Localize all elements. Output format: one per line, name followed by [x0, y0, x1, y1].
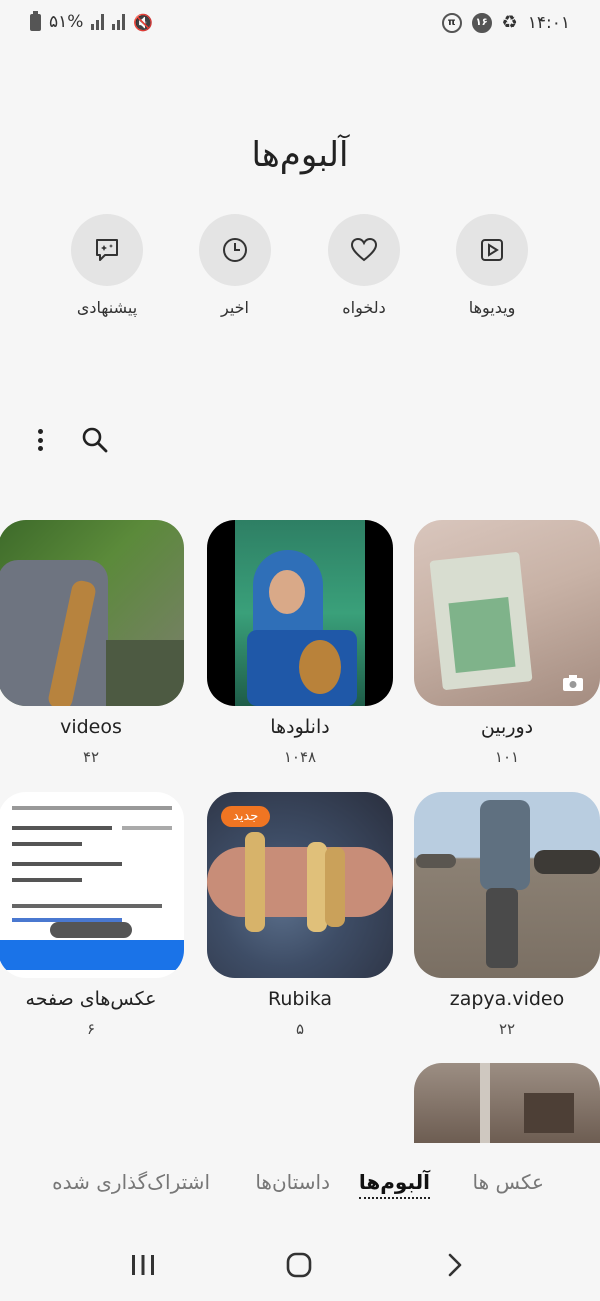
quick-suggested-label: پیشنهادی	[76, 298, 138, 317]
quick-favorites[interactable]: دلخواه	[328, 214, 400, 317]
battery-icon	[30, 10, 41, 31]
album-count: ۶	[86, 1020, 96, 1038]
album-zapya-video[interactable]: zapya.video ۲۲	[414, 792, 600, 1038]
recent-apps-icon[interactable]	[129, 1252, 157, 1278]
album-toolbar	[30, 425, 110, 455]
album-name: عکس‌های صفحه	[25, 988, 157, 1010]
album-thumbnail: جدید	[207, 792, 393, 978]
quick-favorites-label: دلخواه	[342, 298, 386, 317]
tab-shared[interactable]: اشتراک‌گذاری شده	[52, 1170, 210, 1194]
album-thumbnail	[0, 520, 184, 706]
album-count: ۴۲	[82, 748, 100, 766]
tab-stories[interactable]: داستان‌ها	[255, 1170, 330, 1194]
home-icon[interactable]	[285, 1251, 313, 1279]
album-name: دانلودها	[270, 716, 330, 738]
sync-icon: ♻	[501, 12, 518, 33]
album-rubika[interactable]: جدید Rubika ۵	[207, 792, 393, 1038]
album-thumbnail	[207, 520, 393, 706]
suggestion-icon	[96, 239, 118, 261]
clock-icon	[223, 238, 247, 262]
album-screenshots[interactable]: عکس‌های صفحه ۶	[0, 792, 184, 1038]
album-thumbnail	[414, 520, 600, 706]
album-name: videos	[60, 716, 122, 738]
heart-icon	[350, 237, 378, 262]
quick-suggested[interactable]: پیشنهادی	[71, 214, 143, 317]
album-name: Rubika	[267, 988, 333, 1010]
clock-time: ۱۴:۰۱	[527, 12, 570, 33]
album-count: ۱۰۴۸	[283, 748, 317, 766]
album-thumbnail	[414, 792, 600, 978]
battery-level: ۵۱%	[49, 12, 84, 32]
quick-videos[interactable]: ویدیوها	[456, 214, 528, 317]
album-count: ۱۰۱	[494, 748, 520, 766]
new-badge: جدید	[221, 806, 271, 827]
page-title: آلبوم‌ها	[251, 135, 349, 175]
signal-icon-2	[112, 14, 126, 30]
notification-count-badge: ۱۶	[471, 12, 492, 33]
album-name: دوربین	[480, 716, 534, 738]
album-videos[interactable]: videos ۴۲	[0, 520, 184, 766]
album-camera[interactable]: دوربین ۱۰۱	[414, 520, 600, 766]
camera-icon	[563, 675, 583, 691]
tab-pictures[interactable]: عکس ها	[473, 1170, 544, 1194]
bottom-tabs: عکس ها آلبوم‌ها داستان‌ها اشتراک‌گذاری ش…	[0, 1170, 600, 1210]
more-options-icon[interactable]	[30, 425, 50, 455]
album-downloads[interactable]: دانلودها ۱۰۴۸	[207, 520, 393, 766]
video-icon	[481, 239, 503, 261]
quick-recent[interactable]: اخیر	[199, 214, 271, 317]
app-notification-icon: π	[441, 12, 462, 33]
album-thumbnail	[0, 792, 184, 978]
album-count: ۲۲	[498, 1020, 516, 1038]
mute-icon: 🔇	[133, 12, 154, 32]
album-count: ۵	[295, 1020, 305, 1038]
system-navigation-bar	[0, 1240, 600, 1290]
signal-icon	[91, 14, 105, 30]
search-icon[interactable]	[80, 425, 110, 455]
album-partial[interactable]	[414, 1063, 600, 1143]
album-name: zapya.video	[449, 988, 565, 1010]
quick-videos-label: ویدیوها	[468, 298, 516, 317]
tab-albums[interactable]: آلبوم‌ها	[358, 1170, 430, 1199]
quick-recent-label: اخیر	[221, 298, 249, 317]
back-icon[interactable]	[444, 1252, 466, 1278]
status-bar: ۵۱% 🔇 π ۱۶ ♻ ۱۴:۰۱	[0, 0, 600, 48]
